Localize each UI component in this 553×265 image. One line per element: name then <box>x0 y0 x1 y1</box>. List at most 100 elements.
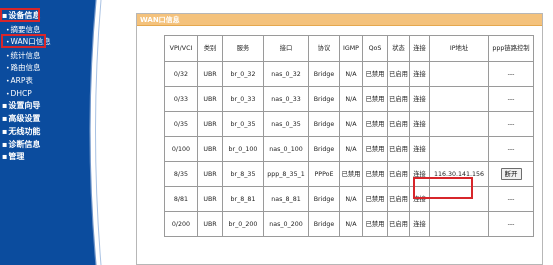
column-header: VPI/VCI <box>164 35 198 62</box>
table-cell: 已禁用 <box>339 161 363 187</box>
table-cell: 已禁用 <box>362 186 388 212</box>
table-cell: br_8_81 <box>222 186 264 212</box>
column-header: 类别 <box>197 35 223 62</box>
table-cell: N/A <box>339 61 363 87</box>
table-cell: PPPoE <box>308 161 340 187</box>
column-header: 协议 <box>308 35 340 62</box>
highlight-device-info <box>0 8 40 22</box>
wan-table: VPI/VCI 类别 服务 接口 协议 IGMP QoS 状态 连接 IP地址 ppp链路控制 0/… <box>164 35 534 237</box>
table-cell: N/A <box>339 211 363 237</box>
table-cell: N/A <box>339 186 363 212</box>
sidebar-item[interactable]: ▪设置向导 <box>2 101 40 111</box>
disconnect-button[interactable]: 断开 <box>500 168 522 180</box>
table-cell: Bridge <box>308 211 340 237</box>
table-cell: 连接 <box>409 136 430 162</box>
table-row: 0/35 UBR br_0_35 nas_0_35 Bridge N/A 已禁用 已启用 连接 -… <box>164 111 534 137</box>
ip-address-cell <box>429 136 489 162</box>
table-cell: 已禁用 <box>362 161 388 187</box>
table-cell: 0/35 <box>164 111 198 137</box>
sidebar-item[interactable]: •统计信息 <box>6 51 41 62</box>
table-cell: Bridge <box>308 86 340 112</box>
table-cell: UBR <box>197 211 223 237</box>
column-header: IP地址 <box>429 35 489 62</box>
table-cell: 已启用 <box>387 161 410 187</box>
table-cell: UBR <box>197 136 223 162</box>
table-cell: nas_0_35 <box>263 111 309 137</box>
sidebar-item-label: 统计信息 <box>10 51 41 60</box>
table-cell: 已启用 <box>387 136 410 162</box>
table-cell: Bridge <box>308 61 340 87</box>
ppp-control-cell: 断开 <box>488 161 534 187</box>
table-cell: --- <box>488 86 534 112</box>
panel-header: WAN口信息 <box>137 14 542 26</box>
table-cell: 已禁用 <box>362 211 388 237</box>
table-cell: 已禁用 <box>362 86 388 112</box>
column-header: QoS <box>362 35 388 62</box>
panel-title: WAN口信息 <box>140 16 180 24</box>
table-cell: br_0_33 <box>222 86 264 112</box>
sidebar-item[interactable]: ▪无线功能 <box>2 127 40 137</box>
sidebar-item-label: DHCP <box>10 89 32 98</box>
bullet-icon: • <box>6 91 10 98</box>
table-cell: 连接 <box>409 111 430 137</box>
table-cell: --- <box>488 136 534 162</box>
table-cell: 已启用 <box>387 86 410 112</box>
table-cell: N/A <box>339 136 363 162</box>
table-header-row: VPI/VCI 类别 服务 接口 协议 IGMP QoS 状态 连接 IP地址 ppp链路控制 <box>164 35 534 62</box>
table-cell: 连接 <box>409 86 430 112</box>
table-cell: 8/35 <box>164 161 198 187</box>
sidebar-item[interactable]: ▪诊断信息 <box>2 140 40 150</box>
table-cell: br_0_32 <box>222 61 264 87</box>
table-cell: --- <box>488 111 534 137</box>
column-header: IGMP <box>339 35 363 62</box>
sidebar-item-label: 管理 <box>8 152 25 161</box>
table-cell: nas_0_200 <box>263 211 309 237</box>
table-cell: UBR <box>197 186 223 212</box>
table-cell: nas_0_32 <box>263 61 309 87</box>
bullet-icon: ▪ <box>2 140 8 149</box>
sidebar-item-label: 摘要信息 <box>10 25 41 34</box>
table-cell: 8/81 <box>164 186 198 212</box>
table-cell: 0/100 <box>164 136 198 162</box>
table-cell: 0/32 <box>164 61 198 87</box>
wan-info-panel: WAN口信息 VPI/VCI 类别 服务 接口 协议 IGMP QoS 状态 连接 IP地址 ppp… <box>136 13 543 265</box>
sidebar-item[interactable]: ▪管理 <box>2 152 24 162</box>
table-cell: UBR <box>197 111 223 137</box>
table-row: 8/81 UBR br_8_81 nas_8_81 Bridge N/A 已禁用 已启用 连接 -… <box>164 186 534 212</box>
sidebar-item-label: 路由信息 <box>10 63 41 72</box>
table-cell: br_0_100 <box>222 136 264 162</box>
sidebar-curve-decoration <box>82 0 102 265</box>
table-cell: nas_8_81 <box>263 186 309 212</box>
bullet-icon: ▪ <box>2 114 8 123</box>
table-cell: 已启用 <box>387 211 410 237</box>
table-cell: Bridge <box>308 186 340 212</box>
highlight-ip-address <box>413 177 473 199</box>
table-cell: br_8_35 <box>222 161 264 187</box>
bullet-icon: • <box>6 65 10 72</box>
table-row: 0/33 UBR br_0_33 nas_0_33 Bridge N/A 已禁用 已启用 连接 -… <box>164 86 534 112</box>
sidebar-item[interactable]: •路由信息 <box>6 63 41 74</box>
table-cell: nas_0_33 <box>263 86 309 112</box>
table-cell: 已启用 <box>387 61 410 87</box>
table-row: 0/200 UBR br_0_200 nas_0_200 Bridge N/A 已禁用 已启用… <box>164 211 534 237</box>
column-header: 状态 <box>387 35 410 62</box>
table-cell: UBR <box>197 61 223 87</box>
sidebar-item[interactable]: ▪高级设置 <box>2 114 40 124</box>
sidebar-item[interactable]: •DHCP <box>6 89 32 100</box>
bullet-icon: ▪ <box>2 101 8 110</box>
ip-address-cell <box>429 61 489 87</box>
table-cell: N/A <box>339 86 363 112</box>
table-cell: --- <box>488 211 534 237</box>
table-cell: --- <box>488 186 534 212</box>
bullet-icon: ▪ <box>2 127 8 136</box>
table-row: 0/100 UBR br_0_100 nas_0_100 Bridge N/A 已禁用 已启用… <box>164 136 534 162</box>
table-cell: --- <box>488 61 534 87</box>
sidebar-item[interactable]: •ARP表 <box>6 76 33 87</box>
table-cell: br_0_35 <box>222 111 264 137</box>
table-cell: N/A <box>339 111 363 137</box>
table-cell: 0/33 <box>164 86 198 112</box>
sidebar-item-label: ARP表 <box>10 76 33 85</box>
table-cell: 已禁用 <box>362 61 388 87</box>
table-cell: ppp_8_35_1 <box>263 161 309 187</box>
table-cell: UBR <box>197 161 223 187</box>
